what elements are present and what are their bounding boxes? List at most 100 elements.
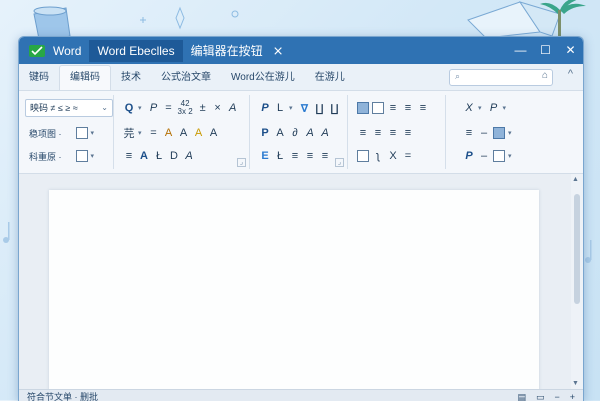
font-combo[interactable]: 映码 ≠ ≤ ≥ ≈ ⌄ <box>25 99 113 117</box>
dialog-launcher-icon[interactable]: ⌟ <box>335 158 344 167</box>
bracket-close-icon[interactable]: ∐ <box>329 102 341 115</box>
a-symbol-icon[interactable]: A <box>274 127 286 139</box>
dropdown-arrow-icon[interactable]: ▾ <box>289 104 293 112</box>
dash-icon[interactable]: – <box>478 127 490 139</box>
style-label[interactable]: 稳项图 · <box>29 127 62 140</box>
equal-icon[interactable]: = <box>402 150 414 162</box>
zoom-in-button[interactable]: + <box>570 390 575 401</box>
dropdown-arrow-icon[interactable]: ▾ <box>508 152 512 160</box>
font-color-icon[interactable]: A <box>178 127 190 139</box>
source-label[interactable]: 科重原 · <box>29 150 62 163</box>
a-accent-icon[interactable]: A <box>319 127 331 139</box>
vertical-scrollbar[interactable]: ▲ ▼ <box>571 174 583 389</box>
tab-keys[interactable]: 键码 <box>19 66 59 90</box>
scroll-thumb[interactable] <box>574 194 580 304</box>
title-tab-editor[interactable]: 编辑器在按钮 <box>183 40 271 62</box>
title-tab-word[interactable]: Word <box>45 40 89 62</box>
layout-view-icon[interactable]: ▤ <box>517 390 526 401</box>
dropdown-arrow-icon[interactable]: ▾ <box>508 129 512 137</box>
paragraph-icon[interactable]: ≡ <box>402 102 414 114</box>
plus-minus-icon[interactable]: ± <box>197 102 209 114</box>
dropdown-arrow-icon[interactable]: ▾ <box>503 104 507 112</box>
frame-icon[interactable] <box>357 150 369 162</box>
boxed-p-icon[interactable]: P <box>259 127 271 139</box>
dropdown-arrow-icon[interactable]: ▾ <box>478 104 482 112</box>
equals-icon[interactable]: = <box>163 102 175 114</box>
title-tab-word-ebeclles[interactable]: Word Ebeclles <box>89 39 183 62</box>
partial-icon[interactable]: ∂ <box>289 127 301 139</box>
dash-icon[interactable]: – <box>478 150 490 162</box>
scroll-up-icon[interactable]: ▲ <box>572 176 579 183</box>
fill-box-icon[interactable] <box>357 102 369 114</box>
empty-box-icon[interactable] <box>372 102 384 114</box>
close-button[interactable]: ✕ <box>558 37 583 64</box>
dialog-launcher-icon[interactable]: ⌟ <box>237 158 246 167</box>
dropdown-arrow-icon[interactable]: ▾ <box>138 104 142 112</box>
tab-wander[interactable]: 在游儿 <box>305 66 355 90</box>
x-variable-icon[interactable]: X <box>463 102 475 114</box>
document-icon[interactable]: D <box>168 150 180 162</box>
corner-icon[interactable]: ʅ <box>372 150 384 162</box>
tab-edit[interactable]: 编辑码 <box>59 65 111 90</box>
a-icon[interactable]: A <box>227 102 239 114</box>
fraction-bottom: 3x 2 <box>177 107 193 116</box>
justify-icon[interactable]: ≡ <box>402 127 414 139</box>
fraction-icon[interactable]: 42 3x 2 <box>178 100 193 116</box>
minimize-button[interactable]: — <box>508 37 533 64</box>
close-tab-icon[interactable]: ⨯ <box>273 43 284 59</box>
e-symbol-icon[interactable]: E <box>259 150 271 162</box>
symbol-group: P L ▾ ∇ ∐ ∐ P A ∂ A A E Ł ≡ ≡ ≡ ⌟ <box>253 95 348 169</box>
bracket-open-icon[interactable]: ∐ <box>314 102 326 115</box>
scroll-down-icon[interactable]: ▼ <box>572 380 579 387</box>
shading-icon[interactable] <box>493 127 505 139</box>
tab-tech[interactable]: 技术 <box>111 66 151 90</box>
frame-icon[interactable] <box>493 150 505 162</box>
home-icon[interactable]: ⌂ <box>542 70 548 81</box>
paragraph-icon[interactable]: ≡ <box>387 102 399 114</box>
times-icon[interactable]: × <box>212 102 224 114</box>
p-bold-icon[interactable]: P <box>463 150 475 162</box>
sparkle-icon <box>140 6 239 30</box>
collapse-ribbon-icon[interactable]: ^ <box>568 68 573 80</box>
table-icon[interactable] <box>75 150 88 162</box>
tab-word-public[interactable]: Word公在游儿 <box>221 66 305 90</box>
highlight-icon[interactable]: A <box>163 127 175 139</box>
p-style-icon[interactable]: P <box>259 102 271 114</box>
text-effect-icon[interactable]: A <box>208 127 220 139</box>
accent-a-icon[interactable]: A <box>138 150 150 162</box>
bracket-icon[interactable]: Ł <box>153 150 165 162</box>
maximize-button[interactable]: ☐ <box>533 37 558 64</box>
font-group: 映码 ≠ ≤ ≥ ≈ ⌄ 稳项图 · ▾ 科重原 · ▾ <box>25 95 114 169</box>
document-page[interactable] <box>49 190 539 400</box>
x-close-icon[interactable]: X <box>387 150 399 162</box>
q-icon[interactable]: Q <box>123 102 135 114</box>
align-icon[interactable]: ≡ <box>289 150 301 162</box>
l-symbol-icon[interactable]: Ł <box>274 150 286 162</box>
p-icon[interactable]: P <box>148 102 160 114</box>
zoom-out-button[interactable]: − <box>554 390 559 401</box>
word-app-icon <box>29 44 45 57</box>
equals-icon[interactable]: = <box>148 127 160 139</box>
line-spacing-icon[interactable]: ≡ <box>357 127 369 139</box>
search-input[interactable]: ⌕ ⌂ <box>449 69 553 86</box>
subscript-icon[interactable]: L <box>274 102 286 114</box>
italic-a-icon[interactable]: A <box>183 150 195 162</box>
tab-formula[interactable]: 公式治文章 <box>151 66 221 90</box>
align-right-icon[interactable]: ≡ <box>319 150 331 162</box>
dropdown-arrow-icon[interactable]: ▾ <box>138 129 142 137</box>
lines-icon[interactable]: ≡ <box>463 127 475 139</box>
indent-icon[interactable]: ≡ <box>372 127 384 139</box>
web-view-icon[interactable]: ▭ <box>536 390 545 401</box>
p-variable-icon[interactable]: P <box>488 102 500 114</box>
filter-icon[interactable]: ∇ <box>299 102 311 115</box>
align-center-icon[interactable]: ≡ <box>304 150 316 162</box>
paragraph-icon[interactable]: ≡ <box>417 102 429 114</box>
dropdown-arrow-icon[interactable]: ▾ <box>91 129 95 137</box>
border-icon[interactable] <box>75 127 88 139</box>
list-icon[interactable]: ≡ <box>123 150 135 162</box>
text-fill-icon[interactable]: A <box>193 127 205 139</box>
a-prime-icon[interactable]: A <box>304 127 316 139</box>
outdent-icon[interactable]: ≡ <box>387 127 399 139</box>
dropdown-arrow-icon[interactable]: ▾ <box>91 152 95 160</box>
root-icon[interactable]: 芫 <box>123 125 135 141</box>
